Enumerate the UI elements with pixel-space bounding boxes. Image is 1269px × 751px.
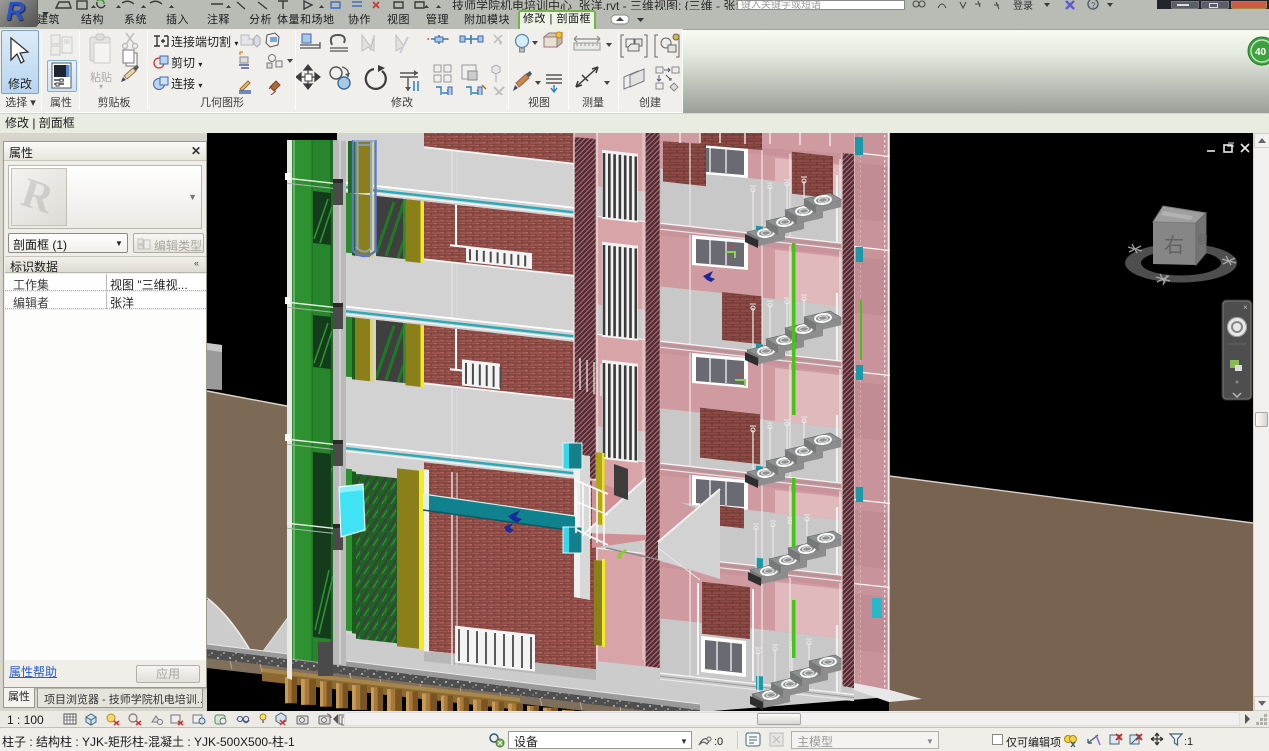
- svg-text:前: 前: [1197, 232, 1208, 246]
- svg-text::1: :1: [1184, 736, 1193, 748]
- svg-text:右: 右: [1164, 234, 1184, 257]
- svg-text::0: :0: [714, 736, 723, 748]
- svg-text:登录: 登录: [1013, 0, 1033, 10]
- svg-text:?: ?: [1091, 1, 1096, 10]
- svg-text:×: ×: [1243, 303, 1248, 312]
- svg-text:R: R: [16, 170, 60, 223]
- svg-text:40: 40: [1255, 47, 1267, 58]
